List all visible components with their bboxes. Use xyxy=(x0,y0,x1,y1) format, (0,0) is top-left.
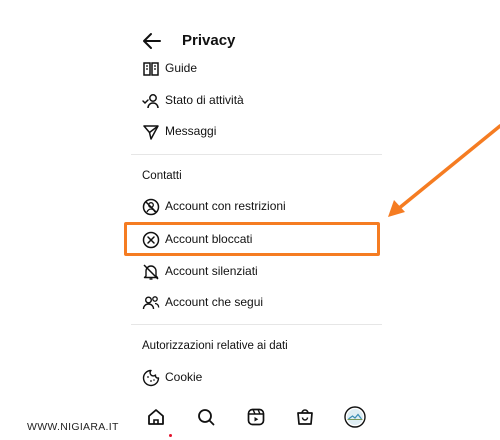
menu-item-label: Guide xyxy=(165,61,198,75)
back-arrow-icon[interactable] xyxy=(141,30,163,52)
cookie-icon xyxy=(141,368,161,388)
watermark: WWW.NIGIARA.IT xyxy=(27,421,119,433)
header: Privacy xyxy=(131,28,382,56)
restricted-icon xyxy=(141,197,161,217)
shop-icon[interactable] xyxy=(294,406,316,428)
menu-item-guide[interactable]: Guide xyxy=(131,58,382,80)
muted-bell-icon xyxy=(141,262,161,282)
bottom-nav xyxy=(131,396,382,440)
menu-item-restricted-accounts[interactable]: Account con restrizioni xyxy=(131,196,382,218)
highlight-box xyxy=(124,222,380,256)
menu-item-label: Account che segui xyxy=(165,295,264,309)
menu-item-activity-status[interactable]: Stato di attività xyxy=(131,90,382,112)
divider xyxy=(131,154,382,155)
page-title: Privacy xyxy=(182,32,236,49)
reels-icon[interactable] xyxy=(245,406,267,428)
following-icon xyxy=(141,293,161,313)
menu-item-cookie[interactable]: Cookie xyxy=(131,367,382,389)
activity-status-icon xyxy=(141,91,161,111)
menu-item-messages[interactable]: Messaggi xyxy=(131,121,382,143)
profile-avatar[interactable] xyxy=(344,406,366,428)
search-icon[interactable] xyxy=(195,406,217,428)
menu-item-following-accounts[interactable]: Account che segui xyxy=(131,292,382,314)
menu-item-label: Stato di attività xyxy=(165,93,244,107)
menu-item-label: Cookie xyxy=(165,370,203,384)
menu-item-label: Messaggi xyxy=(165,124,217,138)
notification-dot xyxy=(169,434,172,437)
guide-book-icon xyxy=(141,59,161,79)
section-heading-contacts: Contatti xyxy=(142,170,182,182)
divider xyxy=(131,324,382,325)
menu-item-label: Account silenziati xyxy=(165,264,258,278)
menu-item-label: Account con restrizioni xyxy=(165,199,286,213)
messages-send-icon xyxy=(141,122,161,142)
section-heading-data-permissions: Autorizzazioni relative ai dati xyxy=(142,340,288,352)
privacy-screen: Privacy Guide Stato di attività Messaggi… xyxy=(131,0,382,440)
home-icon[interactable] xyxy=(145,406,172,437)
menu-item-muted-accounts[interactable]: Account silenziati xyxy=(131,261,382,283)
